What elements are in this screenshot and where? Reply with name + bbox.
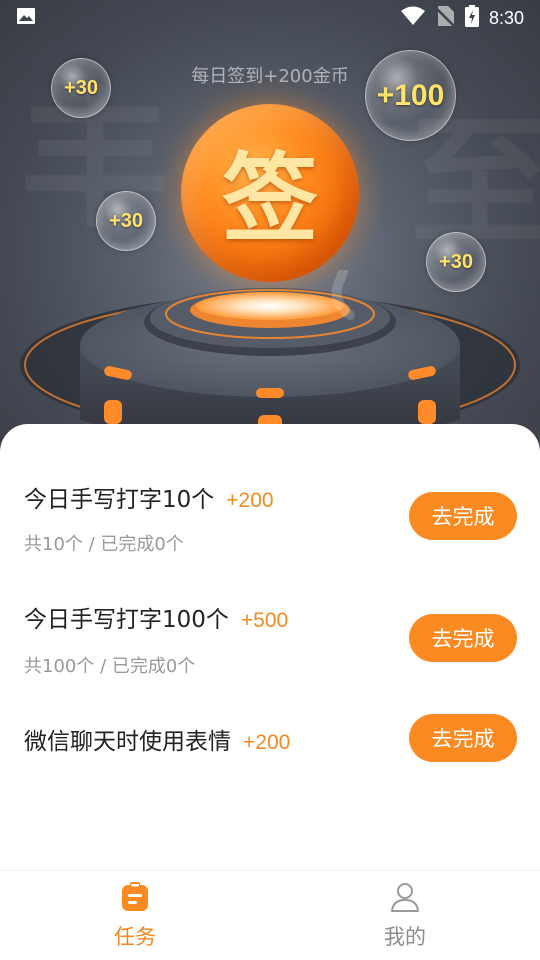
nav-label-tasks: 任务	[114, 925, 156, 949]
no-sim-icon	[434, 5, 456, 31]
image-icon	[16, 6, 36, 30]
sign-in-hero: 丰 至 8:30 每日签到+200金币 +30 +100 +30 +30 签	[0, 0, 540, 460]
sign-in-label: 签	[222, 141, 318, 255]
coin-bubble[interactable]: +100	[365, 50, 456, 141]
task-reward: +500	[240, 609, 289, 632]
task-reward: +200	[226, 489, 274, 512]
nav-label-mine: 我的	[384, 925, 426, 949]
person-icon	[389, 881, 421, 917]
task-title-text: 今日手写打字10个	[24, 487, 215, 513]
sign-in-button[interactable]: 签	[181, 104, 359, 282]
nav-item-mine[interactable]: 我的	[270, 871, 540, 960]
nav-item-tasks[interactable]: 任务	[0, 871, 270, 960]
go-complete-button[interactable]: 去完成	[409, 614, 517, 662]
coin-bubble[interactable]: +30	[51, 58, 111, 118]
go-complete-button[interactable]: 去完成	[409, 714, 517, 762]
go-complete-button[interactable]: 去完成	[409, 492, 517, 540]
coin-bubble[interactable]: +30	[96, 191, 156, 251]
task-title: 微信聊天时使用表情 +200	[24, 722, 290, 756]
task-reward: +200	[243, 731, 291, 754]
task-progress: 共100个 / 已完成0个	[24, 656, 196, 677]
task-title: 今日手写打字10个 +200	[24, 480, 274, 514]
task-title-text: 微信聊天时使用表情	[24, 729, 231, 755]
task-progress: 共10个 / 已完成0个	[24, 534, 184, 555]
wifi-icon	[400, 6, 425, 30]
status-time: 8:30	[488, 7, 524, 28]
battery-charging-icon	[464, 5, 479, 31]
task-title-text: 今日手写打字100个	[24, 607, 229, 633]
status-bar: 8:30	[0, 0, 540, 36]
task-list: 今日手写打字10个 +200 共10个 / 已完成0个 去完成 今日手写打字100…	[0, 424, 540, 870]
task-title: 今日手写打字100个 +500	[24, 600, 288, 634]
clipboard-icon	[119, 881, 151, 917]
bottom-nav: 任务 我的	[0, 870, 540, 960]
